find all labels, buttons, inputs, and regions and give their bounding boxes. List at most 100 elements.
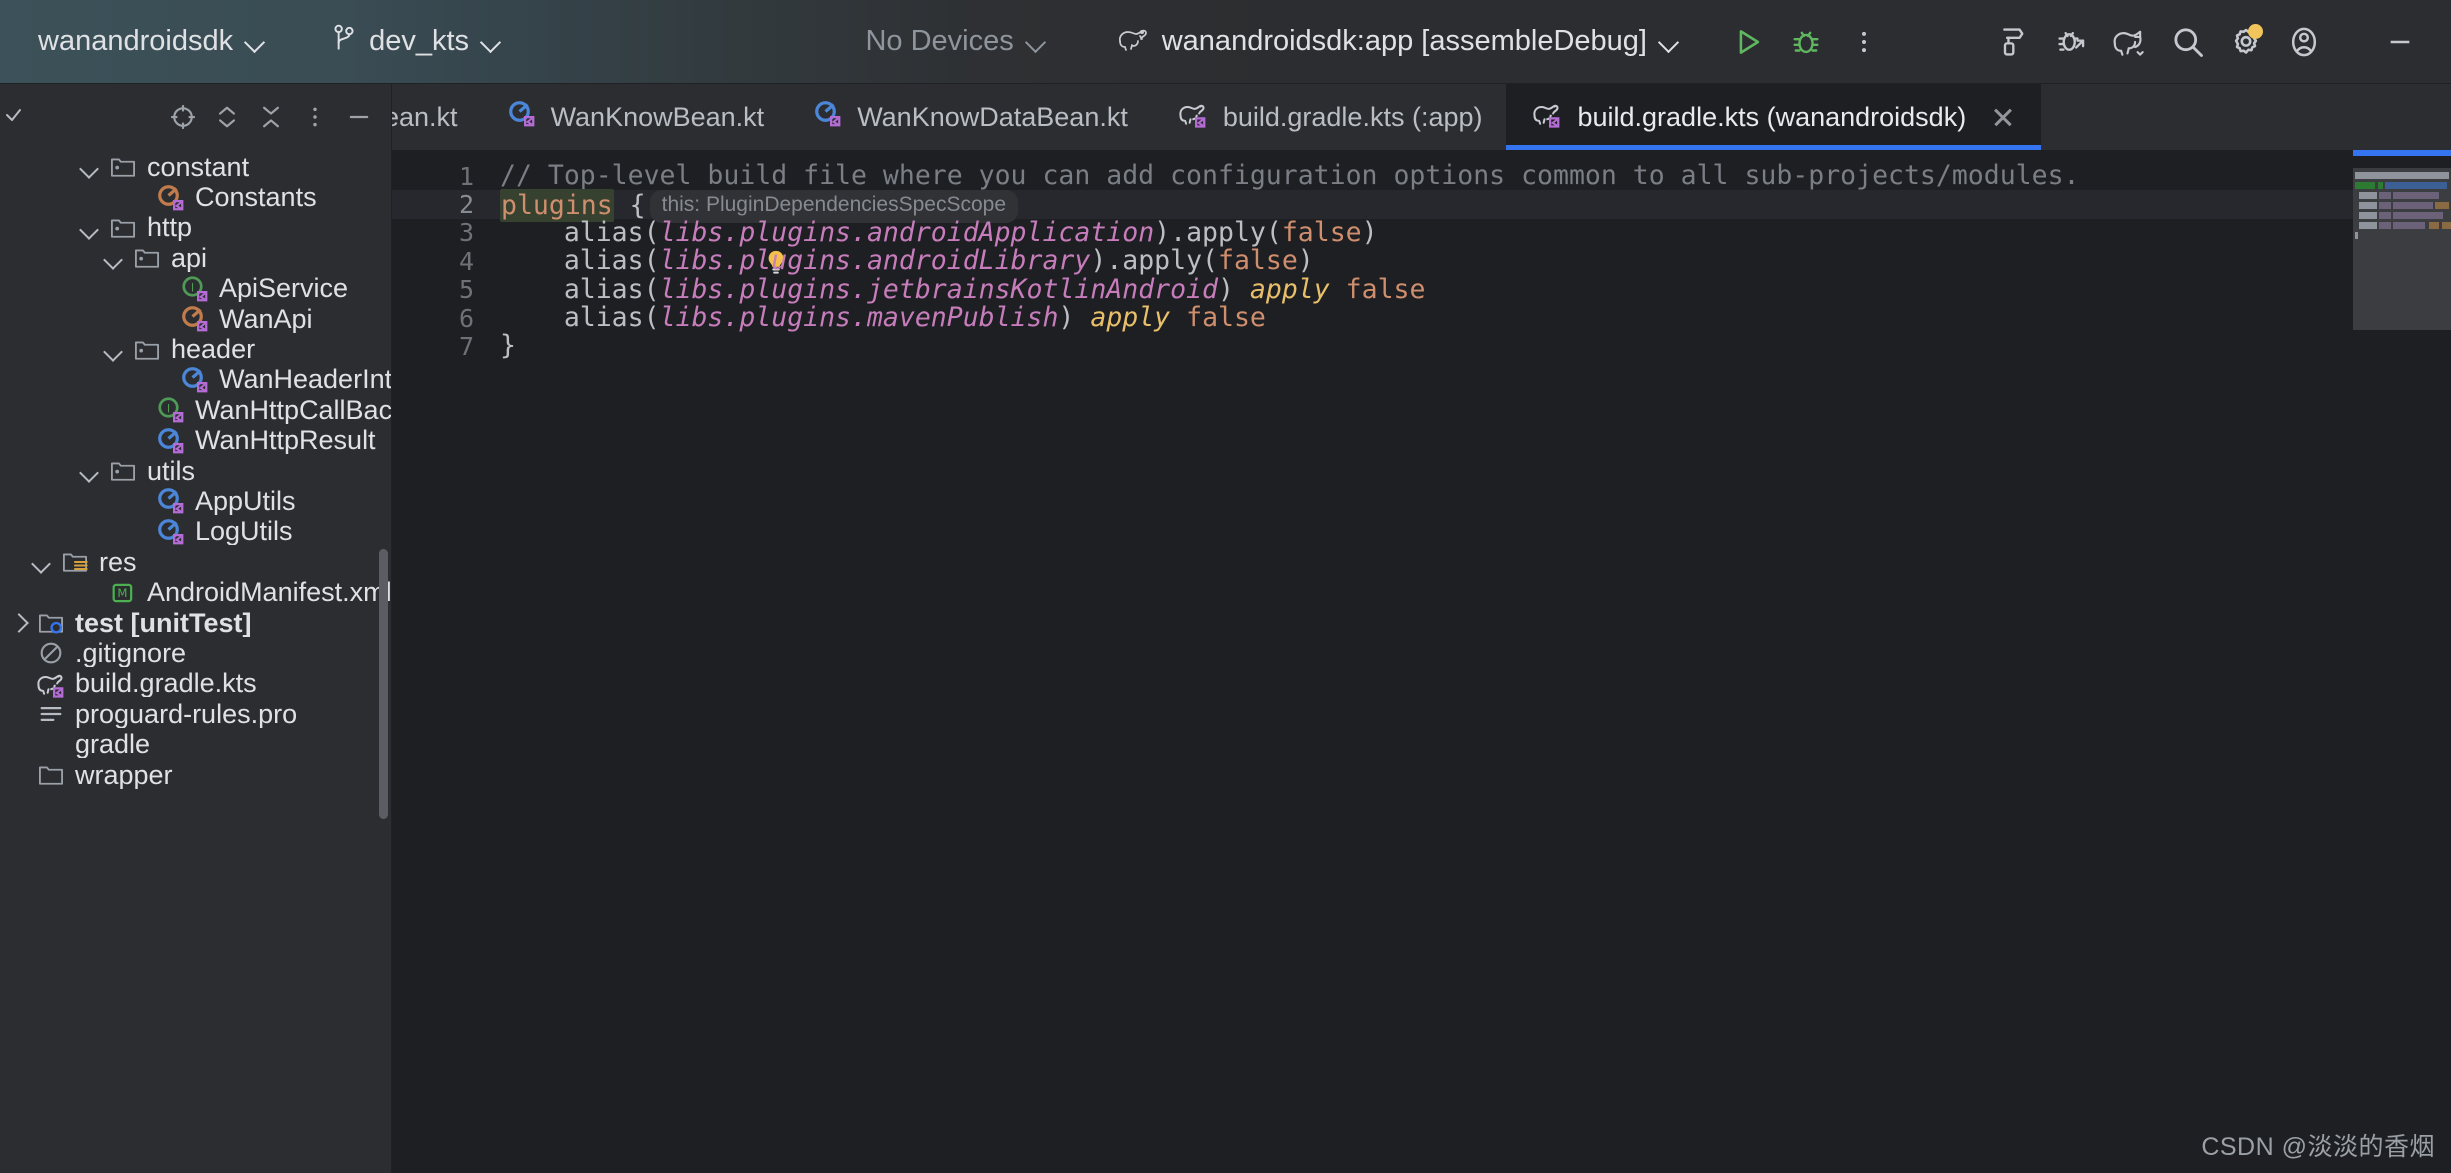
- tree-row[interactable]: http: [0, 213, 391, 243]
- more-vertical-icon[interactable]: [1835, 13, 1893, 71]
- tree-row[interactable]: utils: [0, 456, 391, 486]
- project-tree[interactable]: constantConstantshttpapiIApiServiceWanAp…: [0, 150, 391, 1173]
- line-number[interactable]: 5: [392, 276, 494, 304]
- chevron-down-icon[interactable]: [100, 244, 128, 272]
- chevron-down-icon[interactable]: [76, 214, 104, 242]
- tree-row[interactable]: constant: [0, 152, 391, 182]
- line-number[interactable]: 3: [392, 219, 494, 247]
- line-number[interactable]: 7: [392, 332, 494, 360]
- collapse-all-icon[interactable]: [249, 95, 293, 139]
- minimap-line: [2359, 212, 2377, 219]
- tree-row-label: AppUtils: [195, 488, 296, 515]
- run-configuration-selector[interactable]: wanandroidsdk:app [assembleDebug]: [1104, 18, 1693, 66]
- chevron-down-icon[interactable]: [76, 457, 104, 485]
- minimap-scrollbar[interactable]: [2353, 150, 2451, 156]
- tree-row[interactable]: res: [0, 547, 391, 577]
- sidebar-scrollbar-thumb[interactable]: [379, 549, 388, 819]
- editor-tab-label: build.gradle.kts (:app): [1223, 102, 1483, 133]
- editor-minimap[interactable]: [2353, 150, 2451, 1173]
- tree-row-label: build.gradle.kts: [75, 670, 257, 697]
- tree-row-label: Constants: [195, 184, 317, 211]
- tree-indent-spacer: [4, 761, 32, 789]
- tree-row-label: LogUtils: [195, 518, 293, 545]
- hide-panel-icon[interactable]: [337, 95, 381, 139]
- tree-row[interactable]: build.gradle.kts: [0, 669, 391, 699]
- line-number[interactable]: 4: [392, 247, 494, 275]
- editor-tab-label: WanKnowBean.kt: [551, 102, 765, 133]
- folder-package-icon: [130, 335, 164, 365]
- tree-row[interactable]: MAndroidManifest.xml: [0, 577, 391, 607]
- crosshair-target-icon[interactable]: [161, 95, 205, 139]
- project-selector[interactable]: wanandroidsdk: [26, 19, 279, 64]
- tree-row[interactable]: .gitignore: [0, 638, 391, 668]
- minimap-line: [2355, 172, 2449, 179]
- gear-icon[interactable]: [2217, 13, 2275, 71]
- code-line-7: }: [494, 332, 2423, 360]
- minimap-line: [2378, 182, 2383, 189]
- expand-all-icon[interactable]: [205, 95, 249, 139]
- minimize-icon[interactable]: [2371, 13, 2429, 71]
- code-area[interactable]: // Top-level build file where you can ad…: [494, 150, 2423, 1173]
- editor-tab[interactable]: WanKnowDataBean.kt: [788, 84, 1152, 150]
- tree-row[interactable]: proguard-rules.pro: [0, 699, 391, 729]
- minimap-line: [2393, 222, 2425, 229]
- chevron-down-icon[interactable]: [76, 153, 104, 181]
- chevron-down-icon[interactable]: [100, 336, 128, 364]
- gradle-kts-icon: [34, 669, 68, 699]
- tree-indent-spacer: [4, 731, 32, 759]
- tree-row[interactable]: WanHeaderInterceptor: [0, 365, 391, 395]
- tree-row[interactable]: AppUtils: [0, 486, 391, 516]
- folder-plain-icon: [34, 760, 68, 790]
- branch-selector[interactable]: dev_kts: [319, 17, 515, 67]
- chevron-right-icon[interactable]: [4, 609, 32, 637]
- tree-row[interactable]: WanHttpResult: [0, 426, 391, 456]
- editor-tab[interactable]: WanKnowBean.kt: [482, 84, 789, 150]
- tree-row[interactable]: LogUtils: [0, 517, 391, 547]
- intention-bulb-icon[interactable]: [540, 221, 566, 247]
- build-hammer-icon[interactable]: [1985, 13, 2043, 71]
- account-avatar-icon[interactable]: [2275, 13, 2333, 71]
- editor-column: ean.kt WanKnowBean.kt WanKnowDataBean.kt bu…: [392, 84, 2451, 1173]
- tree-row[interactable]: header: [0, 334, 391, 364]
- editor-tab[interactable]: build.gradle.kts (wanandroidsdk): [1506, 84, 2041, 150]
- kotlin-object-icon: [178, 304, 212, 334]
- chevron-down-icon[interactable]: [28, 548, 56, 576]
- close-icon[interactable]: [1989, 103, 2017, 131]
- minimap-line: [2359, 202, 2377, 209]
- tree-row[interactable]: test [unitTest]: [0, 608, 391, 638]
- run-button[interactable]: [1719, 13, 1777, 71]
- sync-gradle-icon[interactable]: [2101, 13, 2159, 71]
- run-with-debug-icon[interactable]: [2043, 13, 2101, 71]
- kotlin-class-icon: [178, 365, 212, 395]
- editor-gutter[interactable]: 1234567: [392, 150, 494, 1173]
- minimap-line: [2359, 222, 2377, 229]
- code-line-5: alias(libs.plugins.jetbrainsKotlinAndroi…: [494, 276, 2423, 304]
- tree-row[interactable]: wrapper: [0, 760, 391, 790]
- tree-row[interactable]: IWanHttpCallBack: [0, 395, 391, 425]
- tree-row[interactable]: IApiService: [0, 274, 391, 304]
- collapse-panel-button[interactable]: [0, 95, 26, 139]
- tree-row[interactable]: Constants: [0, 182, 391, 212]
- line-number[interactable]: 6: [392, 304, 494, 332]
- line-number[interactable]: 1: [392, 162, 494, 190]
- line-number[interactable]: 2: [392, 190, 494, 218]
- tree-indent-spacer: [124, 396, 152, 424]
- tree-row[interactable]: WanApi: [0, 304, 391, 334]
- minimap-line: [2379, 222, 2391, 229]
- minimap-line: [2379, 192, 2391, 199]
- tree-row-label: header: [171, 336, 255, 363]
- editor-tab-bar[interactable]: ean.kt WanKnowBean.kt WanKnowDataBean.kt bu…: [392, 84, 2451, 150]
- editor-tab[interactable]: build.gradle.kts (:app): [1152, 84, 1507, 150]
- search-icon[interactable]: [2159, 13, 2217, 71]
- text-lines-icon: [34, 699, 68, 729]
- debug-button[interactable]: [1777, 13, 1835, 71]
- ide-window: wanandroidsdk dev_kts No Devices: [0, 0, 2451, 1173]
- tree-row-label: api: [171, 245, 207, 272]
- device-selector[interactable]: No Devices: [853, 19, 1059, 64]
- tree-row[interactable]: gradle: [0, 729, 391, 759]
- code-line-2: plugins {this: PluginDependenciesSpecSco…: [494, 190, 2423, 218]
- minimap-line: [2442, 222, 2451, 229]
- sidebar-options-icon[interactable]: [293, 95, 337, 139]
- tree-row[interactable]: api: [0, 243, 391, 273]
- editor-tab[interactable]: ean.kt: [392, 84, 482, 150]
